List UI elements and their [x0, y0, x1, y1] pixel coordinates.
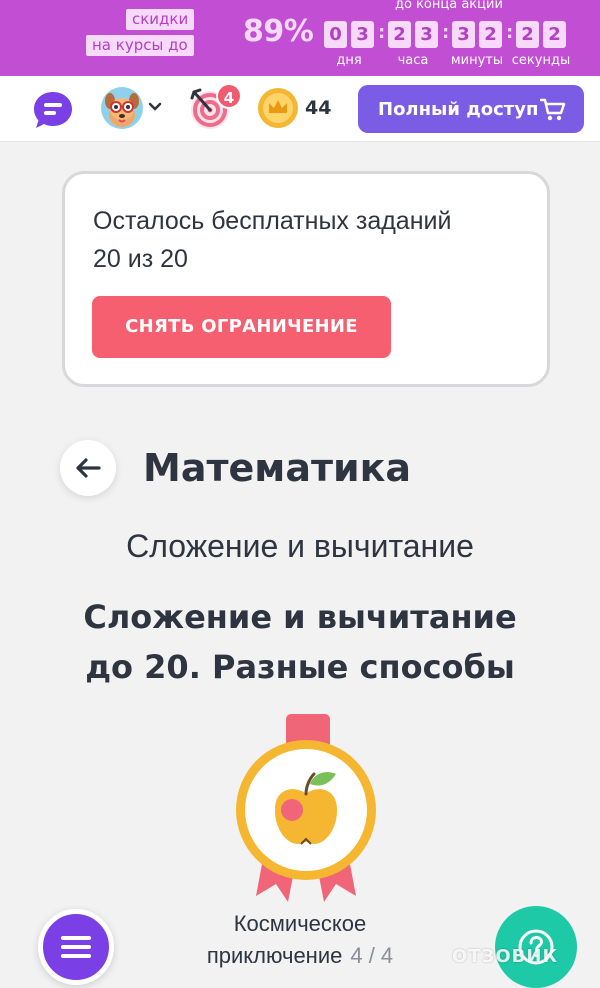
crown-coin-icon[interactable] [257, 87, 299, 129]
menu-icon-bar [61, 954, 91, 958]
back-button[interactable] [60, 440, 116, 496]
cart-icon [540, 98, 566, 121]
chat-icon[interactable] [33, 90, 73, 130]
countdown-digit: 3 [415, 21, 438, 48]
countdown-separator: : [442, 22, 450, 43]
lesson-title-line2: до 20. Разные способы [85, 648, 515, 686]
countdown-caption: до конца акции [395, 0, 503, 12]
countdown-unit-days: дня [336, 53, 362, 68]
promo-tag-courses: на курсы до [86, 35, 194, 56]
countdown-separator: : [506, 22, 514, 43]
full-access-button[interactable]: Полный доступ [358, 85, 584, 133]
adventure-label: Космическое приключение 4 / 4 [190, 908, 410, 972]
coin-count: 44 [305, 97, 332, 119]
countdown-unit-seconds: секунды [511, 53, 571, 68]
adventure-name-line2: приключение [206, 943, 343, 968]
lesson-title: Сложение и вычитание до 20. Разные спосо… [40, 592, 560, 692]
promo-tag-discounts: скидки [126, 9, 195, 30]
countdown-digit: 3 [452, 21, 475, 48]
watermark: ОТЗОВИК [452, 946, 559, 967]
promo-banner[interactable]: скидки на курсы до 89% до конца акции 0 … [0, 0, 600, 76]
page-title: Математика [143, 446, 412, 490]
free-tasks-line2: 20 из 20 [93, 245, 188, 273]
countdown-digit: 2 [543, 21, 566, 48]
countdown-digit: 2 [479, 21, 502, 48]
promo-discount: 89% [243, 14, 314, 49]
remove-limit-button[interactable]: СНЯТЬ ОГРАНИЧЕНИЕ [92, 296, 391, 358]
menu-button[interactable] [38, 909, 114, 985]
lesson-title-line1: Сложение и вычитание [83, 598, 517, 636]
target-badge: 4 [216, 83, 242, 109]
countdown-digit: 0 [324, 21, 347, 48]
full-access-label: Полный доступ [378, 98, 539, 120]
countdown-digit: 3 [351, 21, 374, 48]
countdown-digit: 2 [388, 21, 411, 48]
countdown-unit-minutes: минуты [450, 53, 504, 68]
countdown-separator: : [378, 22, 386, 43]
menu-icon-bar [61, 936, 91, 940]
free-tasks-line1: Осталось бесплатных заданий [93, 207, 452, 235]
free-tasks-text: Осталось бесплатных заданий 20 из 20 [93, 202, 533, 278]
arrow-left-icon [76, 458, 101, 478]
top-nav: 4 44 Полный доступ [0, 76, 600, 142]
section-title: Сложение и вычитание [126, 528, 474, 564]
countdown-unit-hours: часа [397, 53, 429, 68]
avatar[interactable] [101, 87, 143, 129]
dog-avatar-icon [105, 93, 139, 127]
chevron-down-icon[interactable] [148, 102, 162, 112]
medal-icon [236, 714, 376, 902]
adventure-name-line1: Космическое [233, 911, 367, 936]
free-tasks-card: Осталось бесплатных заданий 20 из 20 СНЯ… [62, 171, 550, 387]
countdown-digit: 2 [516, 21, 539, 48]
menu-icon-bar [61, 945, 91, 949]
adventure-progress: 4 / 4 [350, 943, 394, 968]
